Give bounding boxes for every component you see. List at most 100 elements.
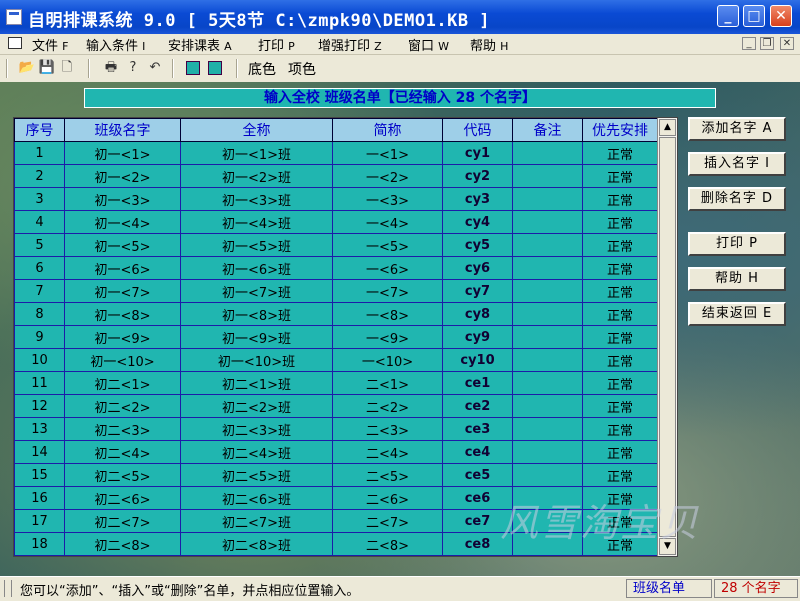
mdi-restore-button[interactable]: ❐ bbox=[760, 37, 774, 50]
table-cell[interactable]: 初一<4> bbox=[64, 210, 181, 234]
table-cell[interactable] bbox=[512, 440, 583, 464]
table-cell[interactable]: cy4 bbox=[442, 210, 513, 234]
class-list-grid[interactable]: 序号 班级名字 全称 简称 代码 备注 优先安排 1 初一<1> 初一<1>班 一<1> cy1 正常… bbox=[13, 117, 678, 557]
table-cell[interactable]: 初一<4>班 bbox=[180, 210, 333, 234]
menu-print[interactable]: 打印 P bbox=[258, 35, 295, 54]
table-cell[interactable] bbox=[512, 210, 583, 234]
table-row[interactable]: 4 初一<4> 初一<4>班 一<4> cy4 正常 bbox=[14, 210, 658, 234]
table-cell[interactable] bbox=[512, 394, 583, 418]
table-cell[interactable]: 二<2> bbox=[332, 394, 443, 418]
table-cell[interactable]: 一<4> bbox=[332, 210, 443, 234]
table-cell[interactable]: 初一<3> bbox=[64, 187, 181, 211]
mdi-minimize-button[interactable]: _ bbox=[742, 37, 756, 50]
table-cell[interactable]: 初一<5> bbox=[64, 233, 181, 257]
table-cell[interactable]: 一<7> bbox=[332, 279, 443, 303]
table-cell[interactable]: 14 bbox=[14, 440, 65, 464]
table-cell[interactable] bbox=[512, 371, 583, 395]
table-cell[interactable]: 初一<8> bbox=[64, 302, 181, 326]
table-cell[interactable]: 一<1> bbox=[332, 141, 443, 165]
table-cell[interactable]: 初一<9> bbox=[64, 325, 181, 349]
table-cell[interactable]: 二<4> bbox=[332, 440, 443, 464]
table-cell[interactable]: 初一<5>班 bbox=[180, 233, 333, 257]
table-cell[interactable]: 初二<6>班 bbox=[180, 486, 333, 510]
table-cell[interactable]: 一<2> bbox=[332, 164, 443, 188]
table-cell[interactable]: 4 bbox=[14, 210, 65, 234]
table-cell[interactable]: cy3 bbox=[442, 187, 513, 211]
table-cell[interactable] bbox=[512, 302, 583, 326]
column-header[interactable]: 序号 bbox=[14, 118, 65, 142]
column-header[interactable]: 简称 bbox=[332, 118, 443, 142]
table-cell[interactable] bbox=[512, 233, 583, 257]
table-row[interactable]: 10 初一<10> 初一<10>班 一<10> cy10 正常 bbox=[14, 348, 658, 372]
table-cell[interactable]: 16 bbox=[14, 486, 65, 510]
table-cell[interactable]: 正常 bbox=[582, 325, 658, 349]
table-cell[interactable]: 7 bbox=[14, 279, 65, 303]
table-row[interactable]: 3 初一<3> 初一<3>班 一<3> cy3 正常 bbox=[14, 187, 658, 211]
print-button[interactable]: 打印 P bbox=[688, 232, 786, 256]
table-cell[interactable]: 初二<3> bbox=[64, 417, 181, 441]
table-cell[interactable]: 13 bbox=[14, 417, 65, 441]
table-cell[interactable]: 5 bbox=[14, 233, 65, 257]
table-cell[interactable]: 初二<7>班 bbox=[180, 509, 333, 533]
table-cell[interactable]: 初一<6> bbox=[64, 256, 181, 280]
table-cell[interactable]: 初二<5>班 bbox=[180, 463, 333, 487]
table-row[interactable]: 6 初一<6> 初一<6>班 一<6> cy6 正常 bbox=[14, 256, 658, 280]
table-cell[interactable]: ce1 bbox=[442, 371, 513, 395]
bg-color-button[interactable]: 底色 bbox=[248, 59, 276, 79]
table-cell[interactable]: 正常 bbox=[582, 210, 658, 234]
table-cell[interactable]: ce2 bbox=[442, 394, 513, 418]
table-row[interactable]: 5 初一<5> 初一<5>班 一<5> cy5 正常 bbox=[14, 233, 658, 257]
column-header[interactable]: 全称 bbox=[180, 118, 333, 142]
bgcolor-icon[interactable] bbox=[186, 61, 200, 75]
menu-arrange-schedule[interactable]: 安排课表 A bbox=[168, 35, 232, 54]
table-cell[interactable]: 一<9> bbox=[332, 325, 443, 349]
table-cell[interactable]: 正常 bbox=[582, 348, 658, 372]
table-cell[interactable]: 17 bbox=[14, 509, 65, 533]
table-cell[interactable]: cy7 bbox=[442, 279, 513, 303]
table-row[interactable]: 15 初二<5> 初二<5>班 二<5> ce5 正常 bbox=[14, 463, 658, 487]
table-cell[interactable]: 9 bbox=[14, 325, 65, 349]
undo-icon[interactable]: ↶ bbox=[146, 59, 164, 77]
table-cell[interactable]: 初一<8>班 bbox=[180, 302, 333, 326]
table-row[interactable]: 1 初一<1> 初一<1>班 一<1> cy1 正常 bbox=[14, 141, 658, 165]
table-cell[interactable]: 初一<7>班 bbox=[180, 279, 333, 303]
table-cell[interactable]: cy5 bbox=[442, 233, 513, 257]
column-header[interactable]: 代码 bbox=[442, 118, 513, 142]
document-icon[interactable] bbox=[8, 37, 22, 49]
table-cell[interactable]: 二<1> bbox=[332, 371, 443, 395]
app-icon[interactable] bbox=[6, 9, 22, 25]
maximize-button[interactable]: □ bbox=[743, 5, 765, 27]
table-row[interactable]: 11 初二<1> 初二<1>班 二<1> ce1 正常 bbox=[14, 371, 658, 395]
table-cell[interactable]: 正常 bbox=[582, 302, 658, 326]
table-cell[interactable]: 二<6> bbox=[332, 486, 443, 510]
table-cell[interactable]: 初二<6> bbox=[64, 486, 181, 510]
table-cell[interactable]: 初一<1> bbox=[64, 141, 181, 165]
table-cell[interactable]: 正常 bbox=[582, 256, 658, 280]
print-icon[interactable]: 🖶 bbox=[102, 59, 120, 77]
table-cell[interactable]: 初一<1>班 bbox=[180, 141, 333, 165]
table-row[interactable]: 8 初一<8> 初一<8>班 一<8> cy8 正常 bbox=[14, 302, 658, 326]
table-cell[interactable]: 12 bbox=[14, 394, 65, 418]
table-cell[interactable]: 正常 bbox=[582, 141, 658, 165]
table-cell[interactable]: 初二<1> bbox=[64, 371, 181, 395]
menu-input-conditions[interactable]: 输入条件 I bbox=[86, 35, 145, 54]
column-header[interactable]: 班级名字 bbox=[64, 118, 181, 142]
table-cell[interactable]: 初一<2>班 bbox=[180, 164, 333, 188]
table-cell[interactable]: 初二<5> bbox=[64, 463, 181, 487]
table-cell[interactable] bbox=[512, 279, 583, 303]
table-cell[interactable]: 一<3> bbox=[332, 187, 443, 211]
exit-return-button[interactable]: 结束返回 E bbox=[688, 302, 786, 326]
table-cell[interactable]: 初一<6>班 bbox=[180, 256, 333, 280]
table-cell[interactable] bbox=[512, 325, 583, 349]
table-cell[interactable] bbox=[512, 141, 583, 165]
table-cell[interactable]: 初二<2> bbox=[64, 394, 181, 418]
table-cell[interactable]: 初二<1>班 bbox=[180, 371, 333, 395]
menu-enhanced-print[interactable]: 增强打印 Z bbox=[318, 35, 382, 54]
table-cell[interactable]: 11 bbox=[14, 371, 65, 395]
column-header[interactable]: 优先安排 bbox=[582, 118, 658, 142]
itemcolor-icon[interactable] bbox=[208, 61, 222, 75]
title-bar[interactable]: 自明排课系统 9.0 [ 5天8节 C:\zmpk90\DEMO1.KB ] _… bbox=[0, 0, 800, 34]
table-row[interactable]: 7 初一<7> 初一<7>班 一<7> cy7 正常 bbox=[14, 279, 658, 303]
item-color-button[interactable]: 项色 bbox=[288, 59, 316, 79]
table-cell[interactable] bbox=[512, 256, 583, 280]
